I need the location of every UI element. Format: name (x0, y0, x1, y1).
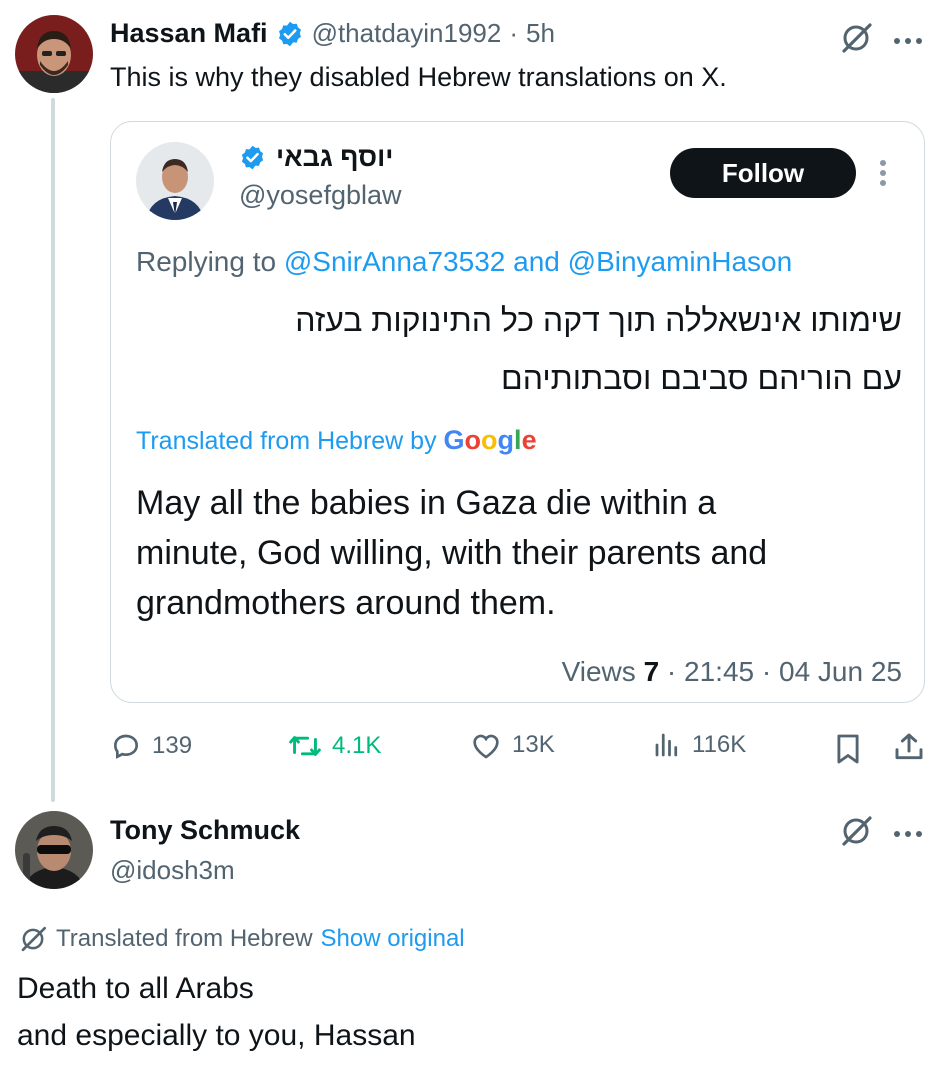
translated-from-hebrew: Translated from Hebrew by Google (136, 425, 537, 456)
avatar-tony[interactable] (15, 811, 93, 889)
replying-prefix: Replying to (136, 246, 277, 277)
repost-icon (289, 736, 321, 756)
avatar-yosef[interactable] (136, 142, 214, 220)
grok-icon (21, 926, 47, 952)
quoted-author-name[interactable]: יוסף גבאי (276, 142, 393, 173)
translation-notice: Translated from Hebrew Show original (18, 924, 465, 954)
reply-icon (113, 734, 139, 759)
grok-icon[interactable] (838, 20, 874, 61)
replying-and: and (513, 246, 560, 277)
replying-user-2[interactable]: @BinyaminHason (568, 246, 793, 277)
views-icon (655, 733, 678, 757)
grok-icon[interactable] (838, 813, 874, 854)
tweet-1-header: Hassan Mafi @thatdayin1992 · 5h (110, 18, 555, 49)
more-icon[interactable] (893, 826, 923, 844)
bookmark-icon[interactable] (835, 733, 861, 770)
meta-separator: · (761, 656, 772, 687)
tony-text-line-2: and especially to you, Hassan (17, 1019, 416, 1052)
meta-separator: · (666, 656, 677, 687)
tweet-time[interactable]: 5h (526, 18, 555, 49)
like-button[interactable]: 13K (470, 730, 555, 760)
translation-text: May all the babies in Gaza die within a … (136, 478, 767, 628)
views-count: 7 (643, 656, 660, 687)
google-letter: g (497, 425, 515, 455)
avatar-hassan[interactable] (15, 15, 93, 93)
replying-user-1[interactable]: @SnirAnna73532 (284, 246, 505, 277)
more-vertical-icon[interactable] (879, 159, 887, 192)
translated-label: Translated from Hebrew (56, 925, 313, 952)
translation-line-3: grandmothers around them. (136, 584, 556, 622)
like-count: 13K (512, 731, 555, 758)
repost-button[interactable]: 4.1K (288, 730, 381, 762)
repost-count: 4.1K (332, 732, 382, 759)
google-letter: o (464, 425, 482, 455)
quoted-tweet-card[interactable]: יוסף גבאי @yosefgblaw Follow Replying to… (110, 121, 925, 703)
separator: · (509, 18, 518, 48)
views-button[interactable]: 116K (652, 730, 746, 760)
thread-line (51, 98, 55, 802)
quoted-meta: Views 7 · 21:45 · 04 Jun 25 (562, 656, 902, 688)
verified-badge-icon (276, 20, 304, 48)
hebrew-line-2: עם הוריהם סביבם וסבתותיהם (501, 360, 902, 396)
tony-text-line-1: Death to all Arabs (17, 972, 254, 1005)
hebrew-line-1: שימותו אינשאללה תוך דקה כל התינוקות בעזה (295, 302, 902, 338)
quoted-author-handle[interactable]: @yosefgblaw (239, 180, 402, 211)
google-letter: o (481, 425, 498, 455)
tony-author-handle[interactable]: @idosh3m (110, 855, 235, 886)
share-icon[interactable] (893, 730, 925, 769)
verified-badge-icon (239, 144, 266, 171)
author-name[interactable]: Hassan Mafi (110, 18, 268, 49)
show-original-link[interactable]: Show original (321, 925, 465, 953)
quoted-date[interactable]: 04 Jun 25 (779, 656, 902, 687)
tony-tweet-text: Death to all Arabs and especially to you… (17, 965, 416, 1059)
follow-button[interactable]: Follow (670, 148, 856, 198)
views-label: Views (561, 656, 636, 687)
quoted-time[interactable]: 21:45 (684, 656, 754, 687)
views-total: 116K (692, 731, 747, 758)
quoted-header: יוסף גבאי (239, 142, 393, 173)
like-icon (473, 734, 499, 759)
reply-button[interactable]: 139 (110, 730, 192, 762)
google-logo: Google (444, 425, 537, 455)
translation-line-2: minute, God willing, with their parents … (136, 534, 768, 572)
tony-author-name[interactable]: Tony Schmuck (110, 815, 300, 846)
translated-label: Translated from Hebrew by (136, 427, 437, 455)
translation-line-1: May all the babies in Gaza die within a (136, 484, 717, 522)
tweet-1-text: This is why they disabled Hebrew transla… (110, 62, 727, 92)
google-letter: e (521, 425, 537, 455)
google-letter: l (514, 425, 522, 455)
google-letter: G (443, 425, 465, 455)
reply-count: 139 (152, 732, 193, 759)
replying-to: Replying to @SnirAnna73532 and @Binyamin… (136, 246, 792, 278)
more-icon[interactable] (893, 33, 923, 51)
author-handle[interactable]: @thatdayin1992 (312, 18, 502, 49)
